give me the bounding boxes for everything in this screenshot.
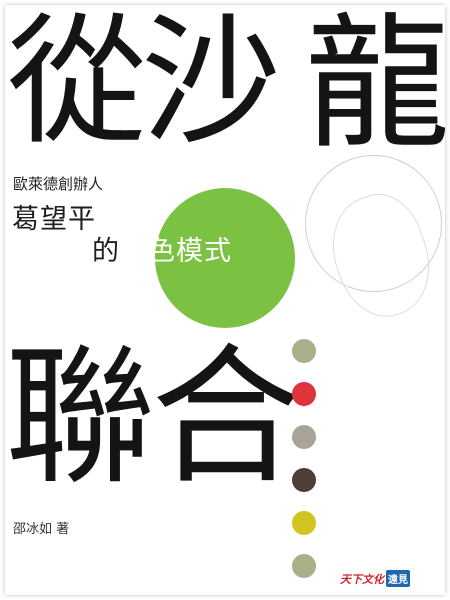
book-cover: 從沙 龍到國 聯合 歐萊德創辦人 葛望平 的綠色模式 邵冰如 著 天下文化 遠見 bbox=[5, 5, 445, 595]
subtitle-highlight: 綠色模式 bbox=[120, 236, 232, 267]
publisher-logo-text: 天下文化 bbox=[340, 572, 384, 586]
color-dot bbox=[292, 425, 316, 449]
subtitle: 的綠色模式 bbox=[92, 229, 232, 268]
founder-name: 葛望平 bbox=[12, 204, 96, 235]
color-dot bbox=[292, 382, 316, 406]
title-right-column: 龍到國 bbox=[305, 5, 445, 169]
publisher-logo: 天下文化 遠見 bbox=[340, 570, 410, 587]
color-dot bbox=[292, 339, 316, 363]
publisher-imprint: 遠見 bbox=[386, 570, 410, 587]
subtitle-lead: 的 bbox=[92, 236, 120, 267]
title-line-1: 從沙 bbox=[7, 5, 281, 164]
author-credit: 邵冰如 著 bbox=[13, 522, 70, 537]
color-dot bbox=[292, 511, 316, 535]
founder-label: 歐萊德創辦人 bbox=[13, 175, 104, 193]
color-dots bbox=[292, 339, 318, 595]
title-line-2: 聯合 bbox=[5, 331, 301, 505]
color-dot bbox=[292, 468, 316, 492]
color-dot bbox=[292, 554, 316, 578]
